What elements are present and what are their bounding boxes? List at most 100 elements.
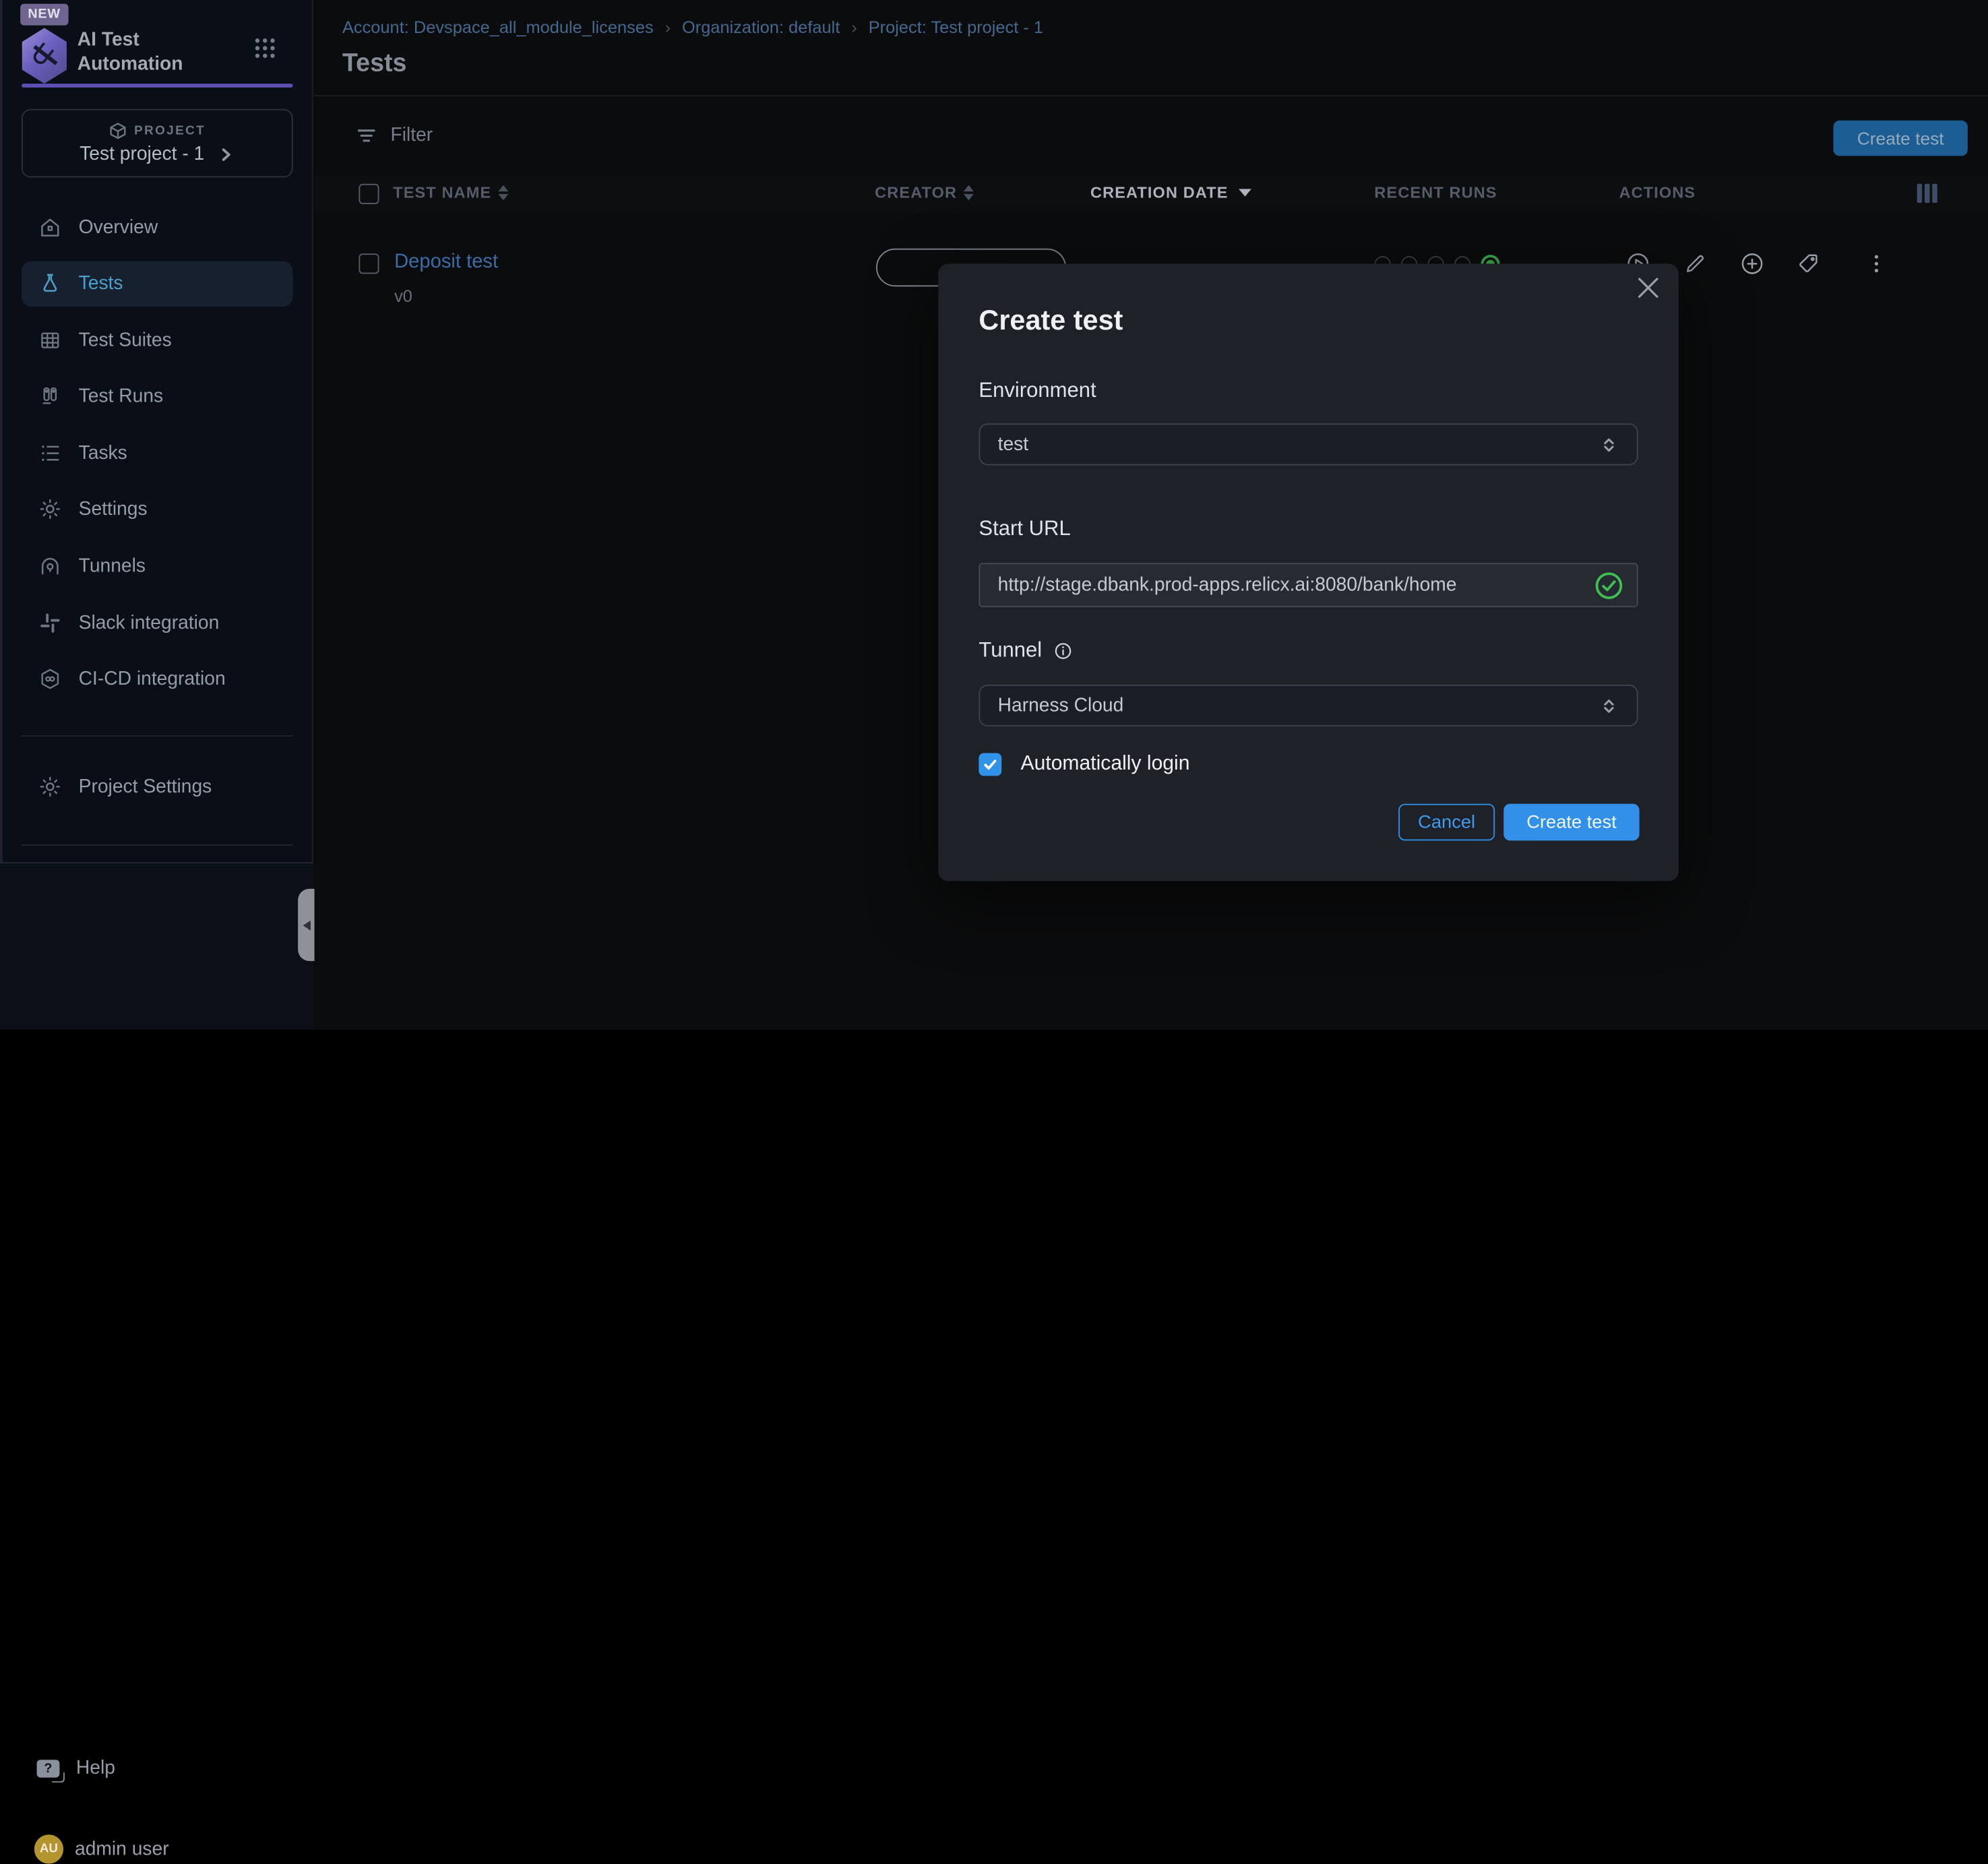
filter-icon	[356, 126, 377, 144]
start-url-input[interactable]: http://stage.dbank.prod-apps.relicx.ai:8…	[979, 563, 1638, 607]
column-test-name[interactable]: TEST NAME	[393, 184, 507, 201]
brand-underline	[22, 84, 293, 88]
help-icon: ?	[37, 1759, 60, 1776]
check-icon	[983, 757, 998, 772]
avatar: AU	[34, 1834, 63, 1863]
user-name: admin user	[75, 1838, 169, 1860]
sidebar-item-test-runs[interactable]: Test Runs	[22, 374, 293, 420]
edit-test-button[interactable]	[1683, 251, 1708, 277]
grid-table-icon	[38, 328, 62, 352]
auto-login-row: Automatically login	[979, 753, 1189, 776]
info-icon[interactable]	[1052, 640, 1074, 662]
test-name-link[interactable]: Deposit test	[394, 251, 498, 274]
table-header: TEST NAME CREATOR CREATION DATE RECENT R…	[315, 175, 1988, 213]
create-test-toolbar-button[interactable]: Create test	[1833, 121, 1967, 156]
column-creation-date[interactable]: CREATION DATE	[1090, 184, 1251, 201]
column-settings-icon[interactable]	[1917, 184, 1937, 203]
app-title: AI Test Automation	[77, 28, 183, 75]
sidebar-item-cicd-integration[interactable]: CI-CD integration	[22, 656, 293, 702]
column-creator[interactable]: CREATOR	[875, 184, 973, 201]
module-grid-icon[interactable]	[252, 36, 278, 61]
project-selector-value: Test project - 1	[80, 144, 204, 165]
create-test-modal: Create test Environment test Start URL h…	[938, 263, 1679, 881]
sidebar-divider	[22, 735, 293, 737]
help-label: Help	[76, 1758, 115, 1779]
environment-label: Environment	[979, 379, 1096, 404]
cancel-button[interactable]: Cancel	[1398, 804, 1495, 841]
sidebar-divider	[22, 844, 293, 846]
sidebar-secondary-nav: Project Settings	[22, 764, 293, 820]
new-badge: NEW	[20, 4, 68, 26]
sidebar-item-label: CI-CD integration	[79, 669, 226, 690]
sidebar-collapse-handle[interactable]	[298, 889, 314, 961]
sidebar-item-test-suites[interactable]: Test Suites	[22, 317, 293, 363]
slack-icon	[38, 611, 62, 635]
sidebar-item-tasks[interactable]: Tasks	[22, 430, 293, 476]
gear-icon	[38, 774, 62, 799]
create-test-submit-label: Create test	[1526, 812, 1616, 832]
project-selector-label: PROJECT	[134, 123, 206, 137]
sidebar-item-project-settings[interactable]: Project Settings	[22, 764, 293, 809]
add-to-suite-button[interactable]	[1739, 251, 1765, 277]
flask-icon	[38, 272, 62, 296]
project-selector[interactable]: PROJECT Test project - 1	[22, 109, 293, 178]
row-kebab-menu[interactable]	[1864, 251, 1890, 277]
close-icon[interactable]	[1636, 275, 1661, 301]
start-url-value: http://stage.dbank.prod-apps.relicx.ai:8…	[998, 574, 1594, 596]
sidebar-item-label: Settings	[79, 499, 148, 520]
tag-button[interactable]	[1795, 251, 1821, 277]
page-header: Account: Devspace_all_module_licenses › …	[315, 0, 1988, 96]
tunnel-select[interactable]: Harness Cloud	[979, 685, 1638, 726]
sidebar-item-overview[interactable]: Overview	[22, 204, 293, 250]
sort-icon	[964, 185, 974, 201]
sidebar-item-label: Test Runs	[79, 385, 163, 407]
column-actions: ACTIONS	[1619, 184, 1696, 201]
environment-select[interactable]: test	[979, 423, 1638, 465]
breadcrumb-organization[interactable]: Organization: default	[682, 18, 840, 36]
sidebar-item-tests[interactable]: Tests	[22, 261, 293, 307]
start-url-label: Start URL	[979, 518, 1070, 542]
app-title-line2: Automation	[77, 52, 183, 76]
sort-desc-icon	[1239, 189, 1251, 196]
select-all-checkbox[interactable]	[359, 184, 379, 204]
gear-icon	[38, 497, 62, 522]
sidebar-item-label: Slack integration	[79, 612, 220, 633]
sidebar-item-label: Project Settings	[79, 775, 212, 797]
sidebar-footer: ? Help AU admin user	[0, 862, 313, 1029]
sidebar-item-label: Test Suites	[79, 330, 172, 351]
column-recent-runs: RECENT RUNS	[1374, 184, 1497, 201]
sidebar-nav: Overview Tests Test Suites	[22, 204, 293, 713]
create-test-toolbar-label: Create test	[1857, 128, 1944, 148]
url-valid-check-icon	[1594, 570, 1624, 600]
breadcrumb-separator: ›	[851, 18, 857, 36]
modal-title: Create test	[979, 305, 1123, 338]
cicd-infinity-icon	[38, 667, 62, 691]
sidebar-item-label: Overview	[79, 216, 158, 238]
sidebar-item-label: Tunnels	[79, 555, 146, 577]
home-icon	[38, 215, 62, 239]
environment-value: test	[998, 433, 1596, 455]
help-button[interactable]: ? Help	[37, 1758, 115, 1779]
tasks-list-icon	[38, 441, 62, 465]
breadcrumb: Account: Devspace_all_module_licenses › …	[342, 18, 1043, 36]
tunnel-value: Harness Cloud	[998, 695, 1596, 716]
breadcrumb-project[interactable]: Project: Test project - 1	[869, 18, 1043, 36]
filter-label: Filter	[390, 124, 433, 146]
create-test-submit-button[interactable]: Create test	[1503, 804, 1639, 841]
auto-login-checkbox[interactable]	[979, 753, 1001, 776]
collapse-arrow-icon	[303, 920, 310, 930]
page-title: Tests	[342, 49, 407, 78]
test-runs-icon	[38, 385, 62, 409]
app-logo[interactable]	[19, 28, 69, 84]
sidebar: NEW AI Test Automation PROJECT	[0, 0, 313, 1030]
breadcrumb-account[interactable]: Account: Devspace_all_module_licenses	[342, 18, 654, 36]
row-checkbox[interactable]	[359, 253, 379, 274]
select-chevrons-icon	[1596, 693, 1622, 718]
sidebar-item-settings[interactable]: Settings	[22, 487, 293, 532]
sidebar-item-tunnels[interactable]: Tunnels	[22, 543, 293, 589]
tunnel-icon	[38, 554, 62, 578]
sidebar-item-slack-integration[interactable]: Slack integration	[22, 600, 293, 646]
sidebar-item-label: Tests	[79, 273, 123, 294]
user-menu[interactable]: AU admin user	[34, 1834, 169, 1863]
filter-button[interactable]: Filter	[356, 124, 433, 146]
